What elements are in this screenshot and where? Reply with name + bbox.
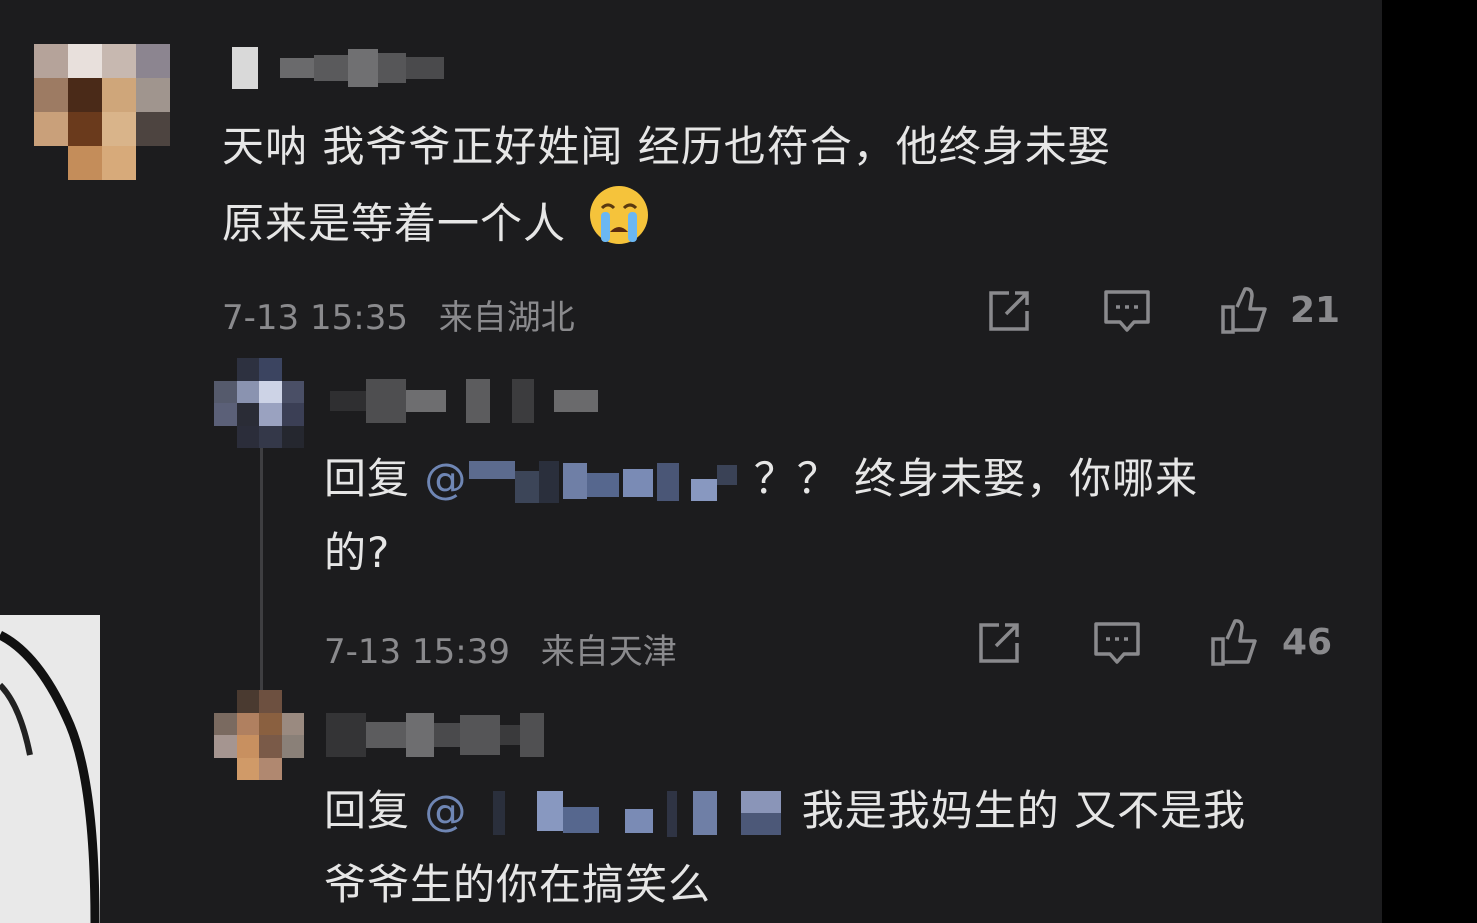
like-count: 46 <box>1282 622 1333 663</box>
share-icon[interactable] <box>972 616 1026 670</box>
reply-line: 爷爷生的你在搞笑么 <box>324 860 712 909</box>
share-icon[interactable] <box>982 284 1036 338</box>
reply-line: 的? <box>324 528 391 577</box>
overlay-image <box>0 615 100 923</box>
comment-icon[interactable] <box>1090 616 1144 670</box>
mention-at[interactable]: @ <box>424 454 467 503</box>
username-blurred[interactable] <box>326 712 544 758</box>
location: 来自天津 <box>540 632 677 672</box>
reply-text: 我是我妈生的 又不是我 <box>801 786 1247 835</box>
avatar[interactable] <box>34 44 170 180</box>
timestamp: 7-13 15:35 <box>222 298 408 338</box>
crying-face-icon <box>588 184 650 269</box>
mention-at[interactable]: @ <box>424 786 467 835</box>
username-blurred[interactable] <box>232 46 444 90</box>
comment-icon[interactable] <box>1100 284 1154 338</box>
comment-body: 天呐 我爷爷正好姓闻 经历也符合，他终身未娶 原来是等着一个人 <box>222 110 1111 269</box>
mention-username-blurred[interactable] <box>467 459 739 505</box>
mention-username-blurred[interactable] <box>467 790 787 837</box>
comment-thread-screen: 天呐 我爷爷正好姓闻 经历也符合，他终身未娶 原来是等着一个人 7-13 15:… <box>0 0 1382 923</box>
reply-body: 回复 @ ？？ 终身未娶，你哪来 的? <box>324 442 1198 590</box>
reply-meta: 7-13 15:39 来自天津 <box>324 624 677 673</box>
thread-connector-line <box>260 448 263 698</box>
reply-body: 回复 @ 我是我妈生的 又不是我 爷爷生的你在搞笑么 <box>324 774 1246 922</box>
reply-text: ？？ 终身未娶，你哪来 <box>753 454 1199 503</box>
comment-meta: 7-13 15:35 来自湖北 <box>222 290 575 339</box>
letterbox-bar <box>1382 0 1477 923</box>
thumbs-up-icon[interactable] <box>1208 616 1262 670</box>
comment-line: 原来是等着一个人 <box>222 184 1111 269</box>
timestamp: 7-13 15:39 <box>324 632 510 672</box>
reply-prefix: 回复 <box>324 454 411 503</box>
comment-line: 天呐 我爷爷正好姓闻 经历也符合，他终身未娶 <box>222 122 1111 171</box>
like-count: 21 <box>1290 290 1341 331</box>
location: 来自湖北 <box>438 298 575 338</box>
avatar[interactable] <box>214 358 304 448</box>
thumbs-up-icon[interactable] <box>1218 284 1272 338</box>
avatar[interactable] <box>214 690 304 780</box>
reply-line: 回复 @ 我是我妈生的 又不是我 <box>324 774 1246 848</box>
username-blurred[interactable] <box>330 378 598 424</box>
reply-prefix: 回复 <box>324 786 411 835</box>
comment-line-text: 原来是等着一个人 <box>222 199 567 248</box>
reply-line: 回复 @ ？？ 终身未娶，你哪来 <box>324 442 1198 516</box>
